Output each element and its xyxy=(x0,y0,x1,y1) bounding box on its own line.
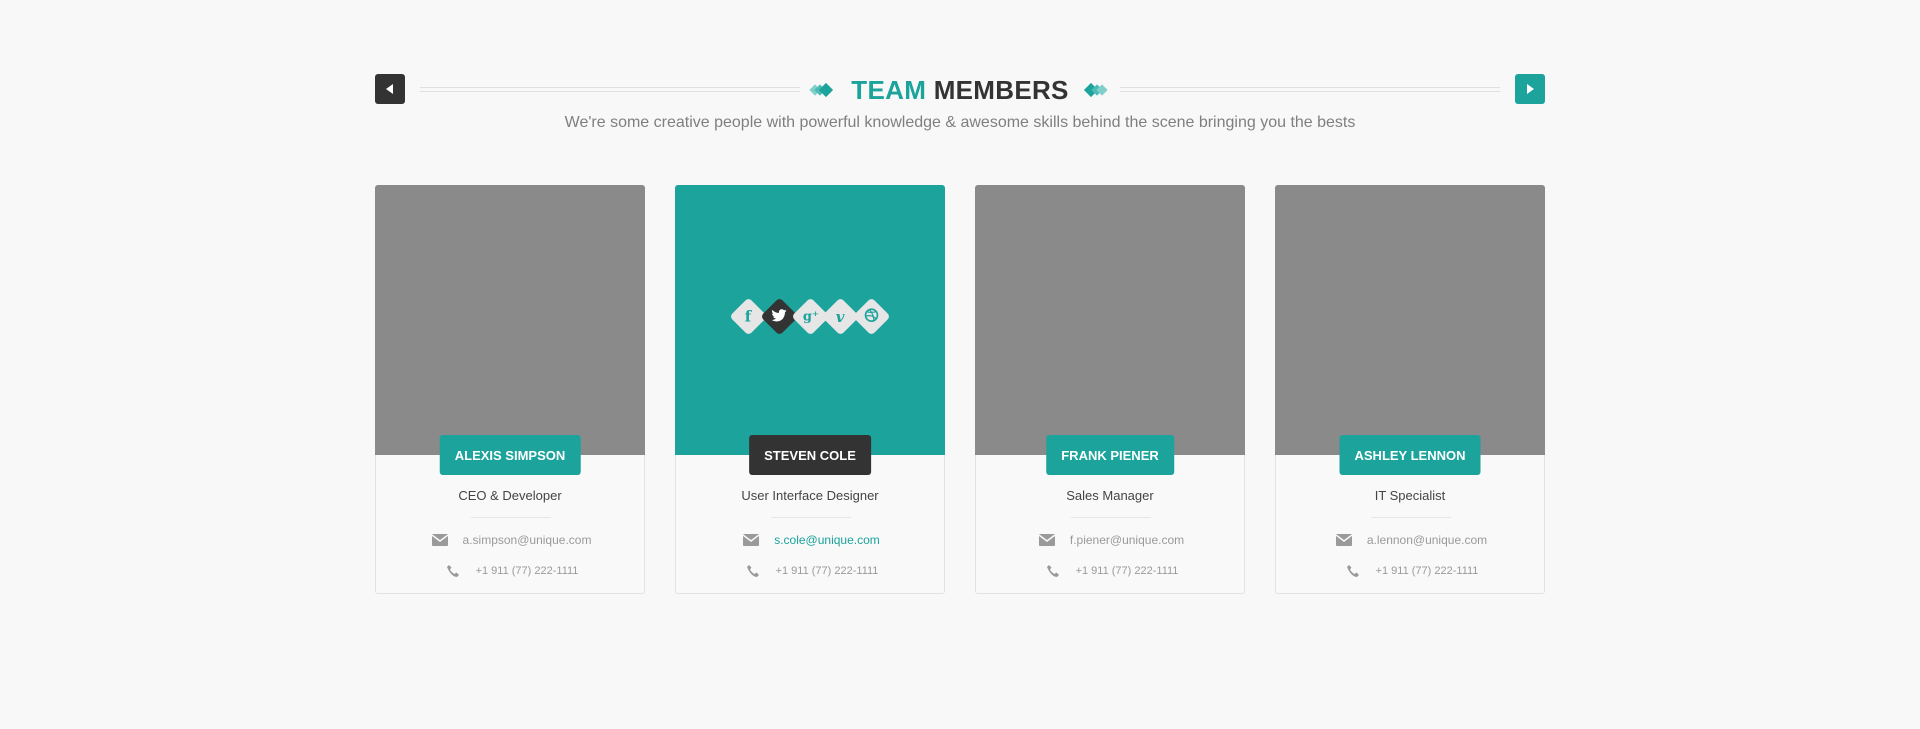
member-photo[interactable] xyxy=(1275,185,1545,455)
member-phone-row: +1 911 (77) 222-1111 xyxy=(1276,564,1544,578)
member-phone: +1 911 (77) 222-1111 xyxy=(475,565,579,577)
divider-line-left xyxy=(420,87,800,92)
member-role: CEO & Developer xyxy=(458,488,562,503)
member-email-row: a.lennon@unique.com xyxy=(1276,533,1544,547)
member-role: Sales Manager xyxy=(1066,488,1154,503)
team-member-card[interactable]: FRANK PIENER Sales Manager f.piener@uniq… xyxy=(975,185,1245,594)
member-email[interactable]: a.simpson@unique.com xyxy=(463,533,592,547)
divider-line-right xyxy=(1120,87,1500,92)
team-member-card[interactable]: ALEXIS SIMPSON CEO & Developer a.simpson… xyxy=(375,185,645,594)
member-name[interactable]: ALEXIS SIMPSON xyxy=(439,435,581,475)
twitter-icon xyxy=(771,308,787,326)
member-name[interactable]: FRANK PIENER xyxy=(1046,435,1174,475)
card-divider xyxy=(771,517,851,518)
dribbble-link[interactable] xyxy=(852,297,891,336)
next-button[interactable] xyxy=(1515,74,1545,104)
card-divider xyxy=(471,517,551,518)
diamond-deco-right xyxy=(1083,82,1108,98)
member-phone: +1 911 (77) 222-1111 xyxy=(1075,565,1179,577)
card-divider xyxy=(1371,517,1451,518)
member-name[interactable]: ASHLEY LENNON xyxy=(1339,435,1481,475)
google-plus-icon: g⁺ xyxy=(802,308,818,324)
section-title-wrap: TEAM MEMBERS xyxy=(807,74,1113,106)
envelope-icon xyxy=(429,534,451,546)
member-email-row: a.simpson@unique.com xyxy=(376,533,644,547)
phone-icon xyxy=(742,564,764,578)
member-email[interactable]: s.cole@unique.com xyxy=(774,533,880,547)
team-member-card[interactable]: ASHLEY LENNON IT Specialist a.lennon@uni… xyxy=(1275,185,1545,594)
dribbble-icon xyxy=(864,307,878,326)
member-role: User Interface Designer xyxy=(741,488,879,503)
member-phone-row: +1 911 (77) 222-1111 xyxy=(376,564,644,578)
title-rest-word: MEMBERS xyxy=(933,74,1069,105)
arrow-right-icon xyxy=(1527,84,1534,94)
member-photo[interactable] xyxy=(975,185,1245,455)
diamond-deco-left xyxy=(809,82,834,98)
member-photo[interactable] xyxy=(375,185,645,455)
member-email-row: f.piener@unique.com xyxy=(976,533,1244,547)
envelope-icon xyxy=(740,534,762,546)
member-phone: +1 911 (77) 222-1111 xyxy=(1375,565,1479,577)
member-name[interactable]: STEVEN COLE xyxy=(749,435,871,475)
phone-icon xyxy=(442,564,464,578)
member-phone-row: +1 911 (77) 222-1111 xyxy=(676,564,944,578)
prev-button[interactable] xyxy=(375,74,405,104)
phone-icon xyxy=(1042,564,1064,578)
section-title: TEAM MEMBERS xyxy=(851,75,1068,106)
phone-icon xyxy=(1342,564,1364,578)
member-role: IT Specialist xyxy=(1374,488,1446,503)
member-email-row: s.cole@unique.com xyxy=(676,533,944,547)
facebook-icon: f xyxy=(745,307,753,326)
vimeo-icon: v xyxy=(836,307,845,326)
member-phone: +1 911 (77) 222-1111 xyxy=(775,565,879,577)
team-member-card[interactable]: f g⁺ v STEVEN COLE User Interface Design… xyxy=(675,185,945,594)
member-email[interactable]: f.piener@unique.com xyxy=(1070,533,1184,547)
arrow-left-icon xyxy=(386,84,393,94)
section-subtitle: We're some creative people with powerful… xyxy=(564,114,1356,131)
team-cards: ALEXIS SIMPSON CEO & Developer a.simpson… xyxy=(375,185,1545,594)
member-phone-row: +1 911 (77) 222-1111 xyxy=(976,564,1244,578)
section-header: TEAM MEMBERS xyxy=(375,74,1545,106)
social-links: f g⁺ v xyxy=(675,297,945,336)
member-email[interactable]: a.lennon@unique.com xyxy=(1367,533,1487,547)
title-accent-word: TEAM xyxy=(851,74,927,105)
envelope-icon xyxy=(1333,534,1355,546)
card-divider xyxy=(1071,517,1151,518)
envelope-icon xyxy=(1036,534,1058,546)
member-photo-hover-overlay[interactable]: f g⁺ v xyxy=(675,185,945,455)
